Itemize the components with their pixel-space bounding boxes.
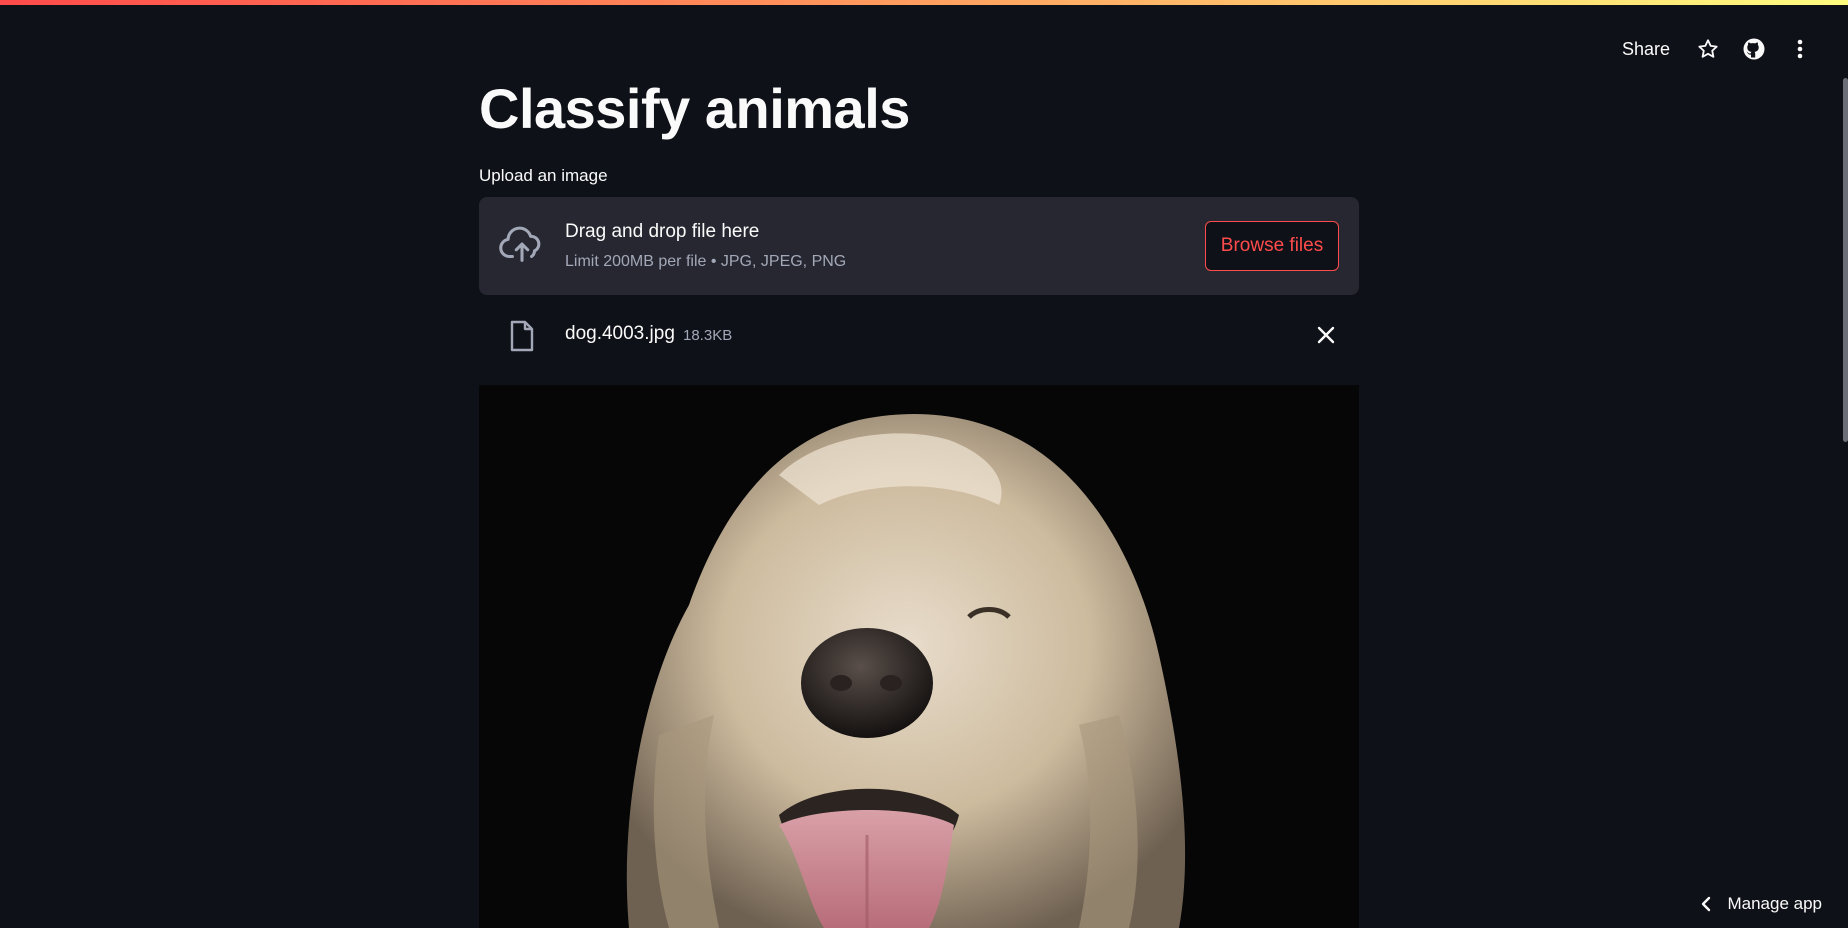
page-title: Classify animals [479,77,910,140]
app-toolbar: Share [1622,34,1812,64]
uploaded-image-preview [479,385,1359,928]
kebab-menu-icon[interactable] [1788,37,1812,61]
uploaded-file-name: dog.4003.jpg [565,323,675,344]
cloud-upload-icon [499,226,541,262]
chevron-left-icon [1702,896,1711,912]
uploader-label: Upload an image [479,166,608,185]
remove-file-icon[interactable] [1315,324,1337,346]
github-icon[interactable] [1742,37,1766,61]
uploaded-file-row: dog.4003.jpg 18.3KB [479,310,1359,362]
page-scrollbar[interactable] [1843,78,1848,442]
top-decoration-bar [0,0,1848,5]
share-button[interactable]: Share [1622,39,1670,60]
star-icon[interactable] [1696,37,1720,61]
dropzone-limit-text: Limit 200MB per file • JPG, JPEG, PNG [565,253,847,270]
browse-files-button[interactable]: Browse files [1205,221,1339,271]
file-icon [510,320,534,352]
manage-app-button[interactable]: Manage app [1701,894,1822,914]
uploaded-file-size: 18.3KB [683,327,733,344]
dog-photo [479,385,1359,928]
dropzone-instructions: Drag and drop file here [565,221,760,242]
file-dropzone[interactable]: Drag and drop file here Limit 200MB per … [479,197,1359,295]
manage-app-label: Manage app [1727,894,1822,913]
